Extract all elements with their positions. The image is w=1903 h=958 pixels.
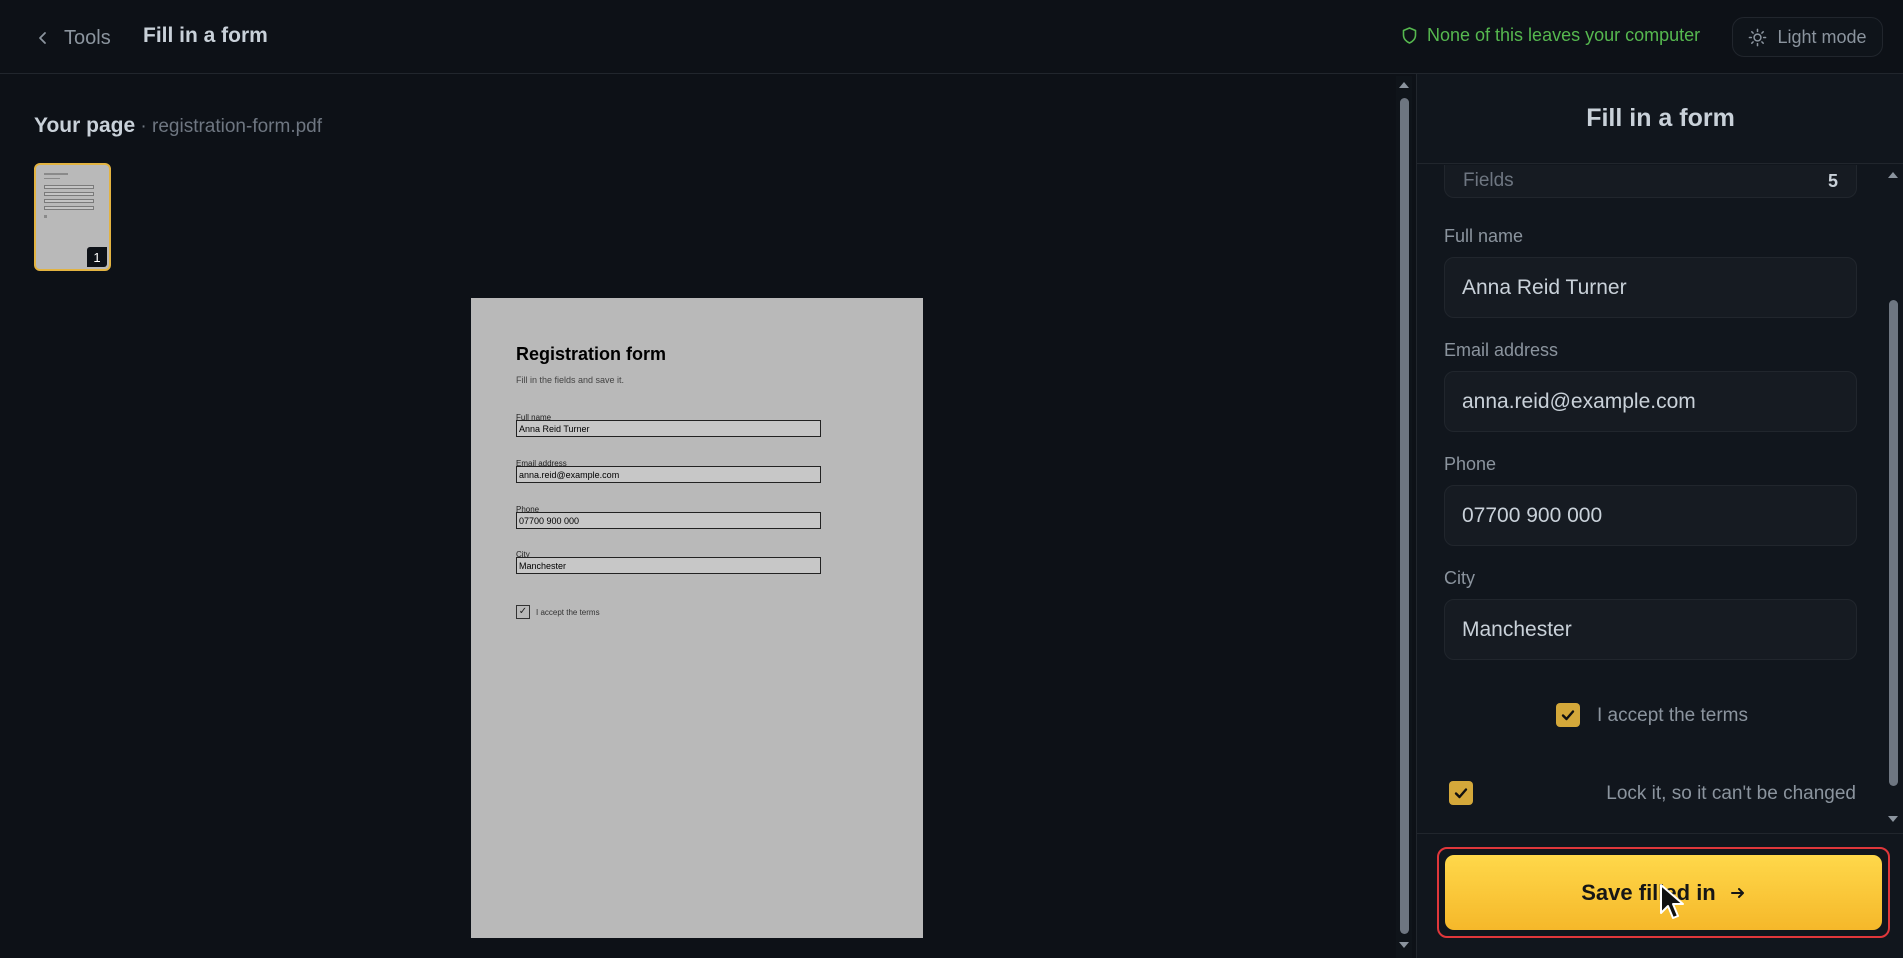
email-label: Email address — [1444, 340, 1559, 360]
preview-scrollbar[interactable] — [1396, 76, 1412, 958]
document-field-email[interactable]: anna.reid@example.com — [516, 466, 821, 483]
document-terms-label: I accept the terms — [536, 608, 600, 617]
scrollbar-thumb[interactable] — [1889, 300, 1898, 786]
phone-input[interactable] — [1444, 485, 1857, 546]
fields-summary-label: Fields — [1463, 170, 1514, 191]
checkmark-icon — [1454, 788, 1468, 799]
fields-count: 5 — [1827, 170, 1838, 191]
accept-terms-label: I accept the terms — [1597, 705, 1749, 726]
page-heading-title: Your page — [34, 114, 136, 137]
scroll-up-arrow-icon[interactable] — [1888, 172, 1898, 178]
light-mode-label: Light mode — [1777, 26, 1867, 47]
shield-icon — [1402, 27, 1417, 44]
checkmark-icon — [1561, 710, 1575, 721]
scrollbar-thumb[interactable] — [1400, 98, 1409, 934]
document-field-city[interactable]: Manchester — [516, 557, 821, 574]
thumbnail-field-line — [44, 192, 94, 196]
page-heading: Your page · registration-form.pdf — [34, 114, 322, 138]
page-heading-filename: · registration-form.pdf — [135, 116, 323, 137]
header-title: Fill in a form — [143, 24, 268, 47]
save-button-highlight: Save filled in — [1437, 847, 1890, 938]
thumbnail-page-number: 1 — [87, 247, 107, 267]
document-preview: Registration form Fill in the fields and… — [471, 298, 923, 938]
fields-summary: Fields 5 — [1444, 165, 1857, 198]
document-terms-checkbox[interactable]: ✓ — [516, 605, 530, 619]
top-bar: Tools Fill in a form None of this leaves… — [0, 0, 1903, 74]
thumbnail-field-line — [44, 206, 94, 210]
lock-label: Lock it, so it can't be changed — [1606, 783, 1856, 804]
save-filled-in-button[interactable]: Save filled in — [1445, 855, 1882, 930]
form-panel: Fill in a form Fields 5 Full name Email … — [1416, 74, 1903, 958]
panel-title: Fill in a form — [1417, 74, 1903, 164]
email-input[interactable] — [1444, 371, 1857, 432]
back-link-label: Tools — [64, 26, 111, 49]
page-thumbnail[interactable]: 1 — [34, 163, 111, 271]
full-name-input[interactable] — [1444, 257, 1857, 318]
thumbnail-checkbox — [44, 215, 47, 218]
thumbnail-title-line — [44, 173, 68, 175]
privacy-note: None of this leaves your computer — [1402, 25, 1700, 46]
chevron-left-icon — [39, 32, 46, 44]
accept-terms-checkbox[interactable] — [1556, 703, 1580, 727]
scroll-down-arrow-icon[interactable] — [1399, 942, 1409, 948]
document-title: Registration form — [516, 344, 667, 364]
sun-icon — [1749, 28, 1767, 46]
arrow-right-icon — [1730, 887, 1744, 898]
document-field-full-name[interactable]: Anna Reid Turner — [516, 420, 821, 437]
panel-footer-divider — [1417, 833, 1903, 834]
scroll-down-arrow-icon[interactable] — [1888, 816, 1898, 822]
phone-label: Phone — [1444, 454, 1497, 474]
thumbnail-subtitle-line — [44, 178, 60, 179]
city-label: City — [1444, 568, 1475, 588]
light-mode-toggle[interactable]: Light mode — [1732, 17, 1883, 57]
thumbnail-field-line — [44, 185, 94, 189]
thumbnail-field-line — [44, 199, 94, 203]
privacy-note-text: None of this leaves your computer — [1427, 25, 1701, 45]
document-field-phone[interactable]: 07700 900 000 — [516, 512, 821, 529]
save-button-label: Save filled in — [1581, 879, 1716, 905]
document-subtitle: Fill in the fields and save it. — [516, 375, 625, 385]
back-to-tools-link[interactable]: Tools — [36, 24, 111, 52]
lock-checkbox[interactable] — [1449, 781, 1473, 805]
full-name-label: Full name — [1444, 226, 1524, 246]
panel-scrollbar[interactable] — [1885, 166, 1901, 830]
city-input[interactable] — [1444, 599, 1857, 660]
scroll-up-arrow-icon[interactable] — [1399, 82, 1409, 88]
